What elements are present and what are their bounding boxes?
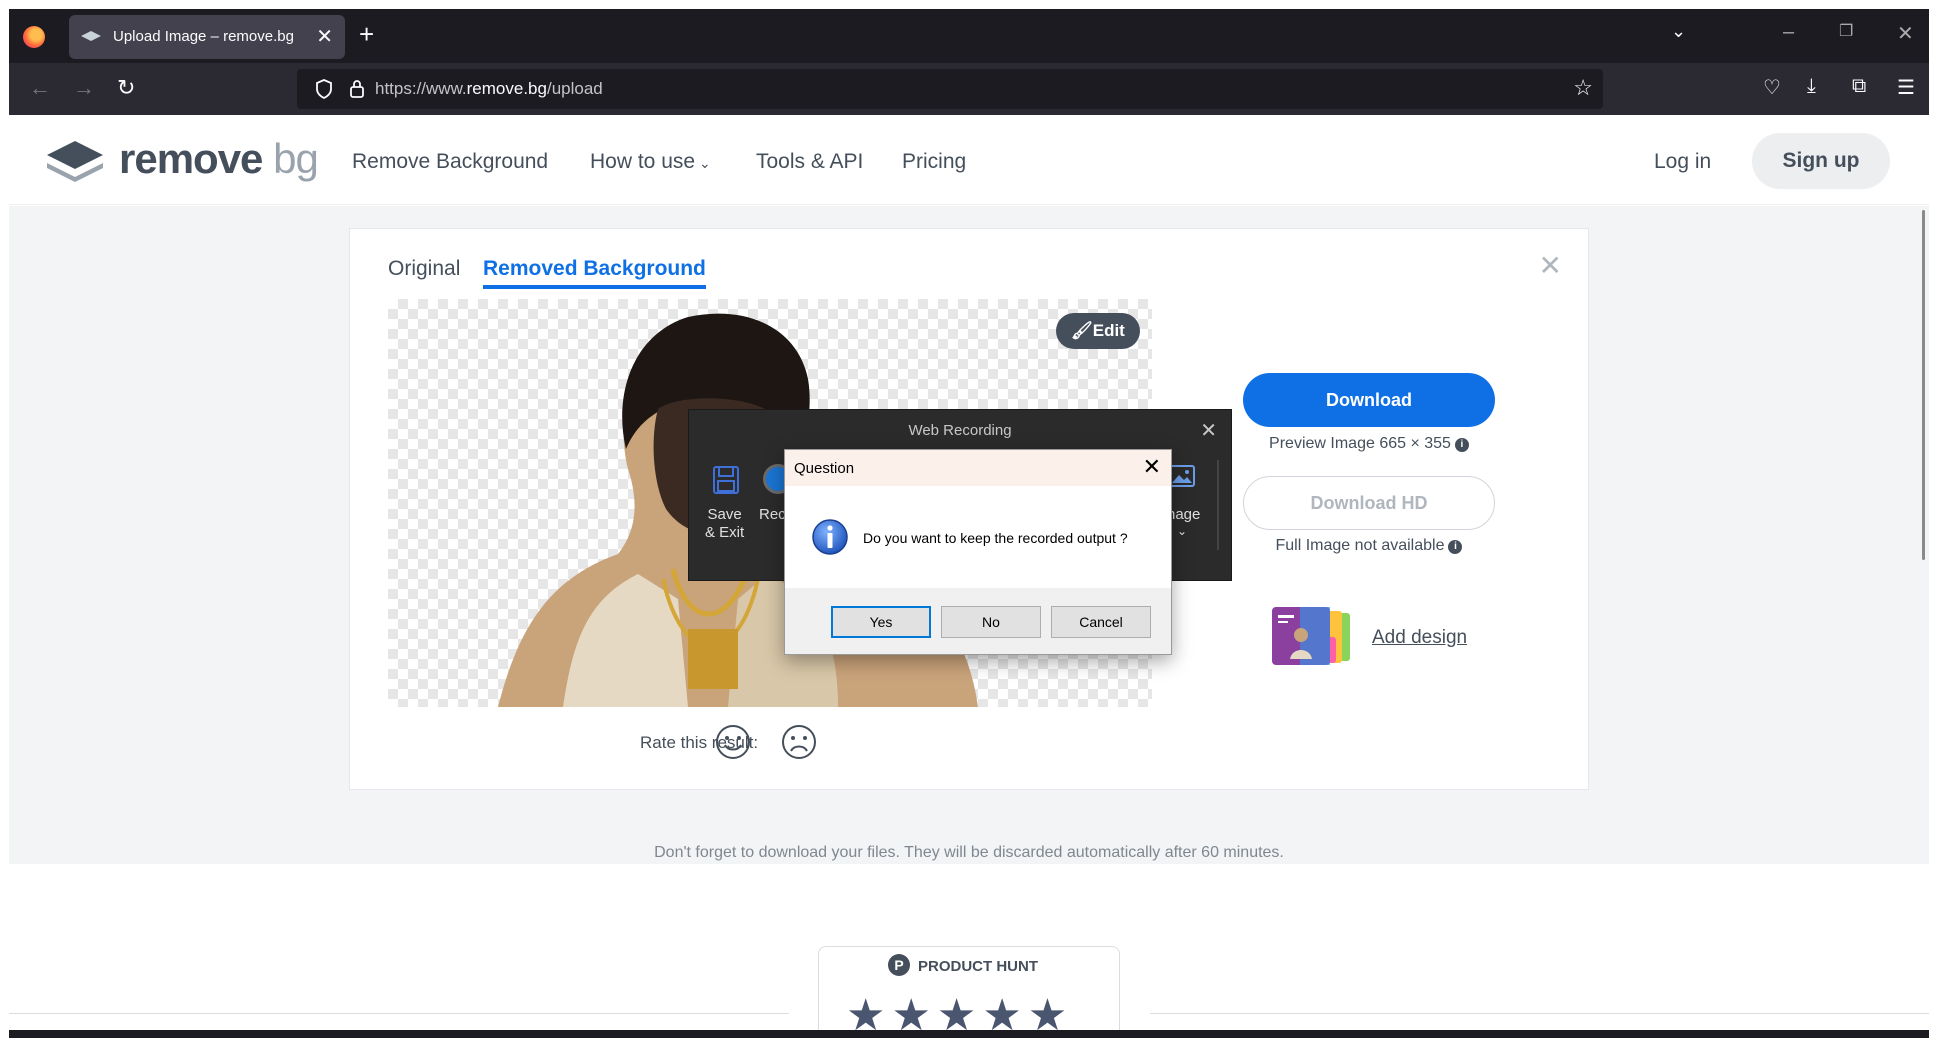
forward-icon[interactable]: → (73, 75, 95, 101)
site-header: remove bg Remove Background How to use ⌄… (9, 115, 1929, 205)
web-recording-title: Web Recording (908, 422, 1012, 439)
tab-title: Upload Image – remove.bg (113, 28, 294, 45)
signup-button[interactable]: Sign up (1752, 133, 1890, 189)
browser-tab-bar: Upload Image – remove.bg ✕ + ⌄ – ❐ ✕ (9, 9, 1929, 63)
image-label[interactable]: nage (1167, 506, 1200, 523)
tracking-shield-icon[interactable] (315, 79, 333, 99)
removebg-logo-icon[interactable] (47, 141, 103, 183)
record-label[interactable]: Rec (759, 506, 786, 523)
edit-button[interactable]: 🖌Edit (1056, 313, 1140, 349)
extensions-icon[interactable]: ⧉ (1852, 75, 1866, 98)
dialog-title: Question (794, 460, 855, 477)
menu-icon[interactable]: ☰ (1897, 75, 1915, 100)
tab-original[interactable]: Original (388, 257, 460, 281)
product-hunt-label: PRODUCT HUNT (918, 958, 1038, 975)
divider (1150, 1013, 1929, 1014)
full-image-info: Full Image not available i (1243, 537, 1495, 555)
divider (9, 1013, 789, 1014)
new-tab-icon[interactable]: + (359, 19, 374, 50)
brush-icon: 🖌 (1071, 321, 1093, 340)
design-templates-icon[interactable] (1272, 607, 1368, 667)
image-icon[interactable] (1169, 464, 1195, 488)
list-tabs-icon[interactable]: ⌄ (1671, 21, 1686, 42)
download-hd-button[interactable]: Download HD (1243, 476, 1495, 530)
login-link[interactable]: Log in (1654, 150, 1711, 174)
web-recording-close-icon[interactable]: ✕ (1200, 418, 1217, 443)
browser-nav-bar: ← → ↻ https://www.remove.bg/upload ☆ ♡ ⤓… (9, 63, 1929, 115)
card-close-icon[interactable]: ✕ (1539, 249, 1562, 282)
nav-tools-api[interactable]: Tools & API (756, 150, 863, 174)
minimize-icon[interactable]: – (1783, 21, 1794, 44)
add-design-link[interactable]: Add design (1372, 627, 1467, 649)
window-close-icon[interactable]: ✕ (1897, 21, 1914, 46)
url-text[interactable]: https://www.remove.bg/upload (375, 79, 603, 99)
bottom-bar (9, 1030, 1929, 1038)
reload-icon[interactable]: ↻ (117, 75, 135, 101)
divider (1217, 460, 1219, 550)
product-hunt-logo-icon: P (888, 954, 910, 976)
nav-remove-background[interactable]: Remove Background (352, 150, 548, 174)
cancel-button[interactable]: Cancel (1051, 606, 1151, 638)
lock-icon[interactable] (349, 79, 365, 99)
chevron-down-icon: ⌄ (695, 155, 711, 171)
url-bar[interactable]: https://www.remove.bg/upload ☆ (297, 69, 1603, 109)
chevron-down-icon[interactable]: ⌄ (1177, 524, 1187, 538)
save-exit-label[interactable]: Save & Exit (705, 506, 744, 542)
discard-notice: Don't forget to download your files. The… (654, 844, 1284, 861)
browser-tab-active[interactable]: Upload Image – remove.bg ✕ (69, 15, 345, 59)
dialog-body: Do you want to keep the recorded output … (785, 486, 1171, 588)
bookmark-star-icon[interactable]: ☆ (1573, 75, 1593, 101)
no-button[interactable]: No (941, 606, 1041, 638)
nav-pricing[interactable]: Pricing (902, 150, 966, 174)
tab-close-icon[interactable]: ✕ (316, 24, 333, 49)
dialog-message: Do you want to keep the recorded output … (863, 530, 1128, 546)
removebg-favicon-icon (81, 31, 101, 41)
smiley-happy-icon[interactable] (714, 723, 752, 761)
dialog-titlebar[interactable]: Question ✕ (785, 450, 1171, 486)
info-icon[interactable]: i (1454, 438, 1469, 452)
firefox-logo-icon[interactable] (23, 26, 45, 48)
dialog-close-icon[interactable]: ✕ (1143, 454, 1161, 480)
save-icon[interactable] (713, 466, 739, 494)
downloads-icon[interactable]: ⤓ (1807, 75, 1816, 98)
info-icon (812, 519, 848, 555)
question-dialog: Question ✕ Do you want to keep the recor… (784, 449, 1172, 655)
back-icon[interactable]: ← (29, 75, 51, 101)
smiley-sad-icon[interactable] (780, 723, 818, 761)
nav-how-to-use[interactable]: How to use ⌄ (590, 150, 711, 174)
tab-removed-background[interactable]: Removed Background (483, 257, 706, 289)
logo-text[interactable]: remove bg (119, 135, 319, 183)
download-button[interactable]: Download (1243, 373, 1495, 427)
scrollbar[interactable] (1922, 210, 1925, 560)
info-icon[interactable]: i (1448, 540, 1463, 554)
preview-image-info: Preview Image 665 × 355 i (1243, 435, 1495, 453)
yes-button[interactable]: Yes (831, 606, 931, 638)
pocket-icon[interactable]: ♡ (1763, 75, 1781, 100)
restore-icon[interactable]: ❐ (1839, 21, 1853, 41)
